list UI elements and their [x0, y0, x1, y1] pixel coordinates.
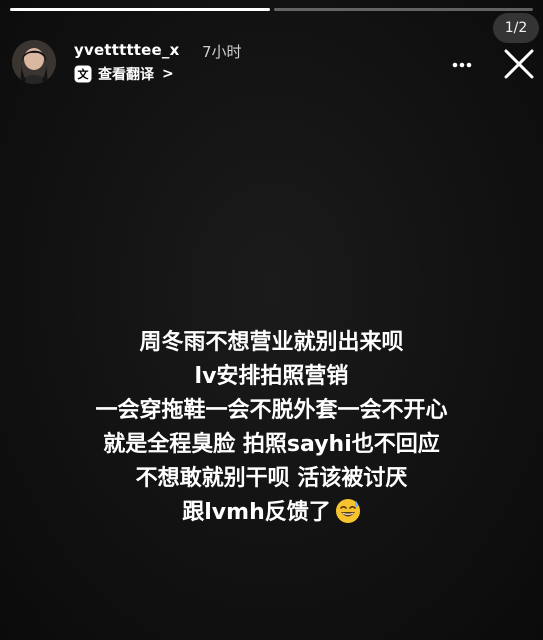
profile-avatar[interactable] [12, 40, 56, 84]
translate-icon: 文 [74, 65, 92, 83]
chevron-right-icon: > [162, 66, 174, 82]
svg-text:文: 文 [78, 67, 90, 81]
caption-line-6: 跟lvmh反馈了 [182, 500, 331, 525]
story-background [0, 0, 543, 640]
story-caption: 周冬雨不想营业就别出来呗 lv安排拍照营销 一会穿拖鞋一会不脱外套一会不开心 就… [40, 326, 503, 530]
caption-line-6-wrap: 跟lvmh反馈了 [40, 496, 503, 530]
story-viewer[interactable]: 1/2 yvetttttee_x 7小时 文 查看翻译 > 周冬雨不想营业就别出… [0, 0, 543, 640]
progress-segment-2 [273, 8, 533, 11]
story-counter: 1/2 [493, 13, 539, 43]
username[interactable]: yvetttttee_x [74, 41, 180, 59]
post-time: 7小时 [202, 43, 242, 61]
close-icon[interactable] [502, 47, 536, 81]
avatar-icon [12, 40, 56, 84]
grinning-face-with-sweat-icon [335, 499, 360, 523]
caption-line-3: 一会穿拖鞋一会不脱外套一会不开心 [95, 398, 448, 423]
caption-line-4: 就是全程臭脸 拍照sayhi也不回应 [103, 432, 440, 457]
translate-label: 查看翻译 [98, 67, 154, 83]
caption-line-5: 不想敢就别干呗 活该被讨厌 [135, 466, 408, 491]
caption-line-2: lv安排拍照营销 [194, 364, 349, 389]
progress-segment-1-fill [10, 8, 270, 11]
see-translation-button[interactable]: 文 查看翻译 > [74, 64, 174, 84]
more-horizontal-icon[interactable] [452, 62, 472, 68]
story-progress-bar [10, 8, 533, 11]
progress-segment-1 [10, 8, 270, 11]
caption-line-1: 周冬雨不想营业就别出来呗 [139, 330, 404, 355]
